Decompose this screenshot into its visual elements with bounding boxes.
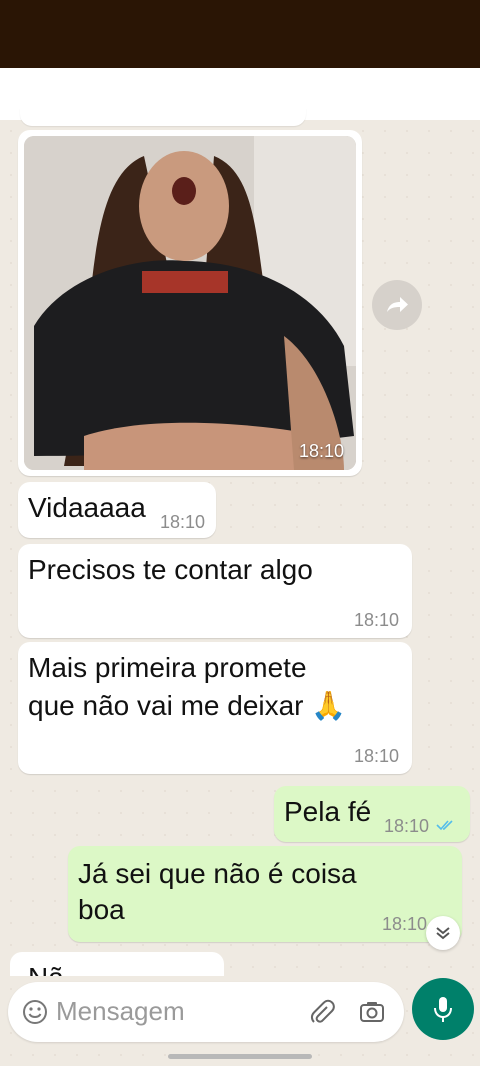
message-text-line2: que não vai me deixar 🙏 <box>28 690 347 721</box>
incoming-message[interactable]: Precisos te contar algo 18:10 <box>18 544 412 638</box>
forward-button[interactable] <box>372 280 422 330</box>
outgoing-message[interactable]: Pela fé 18:10 <box>274 786 470 842</box>
photo-timestamp: 18:10 <box>298 441 344 461</box>
message-input-bar[interactable]: Mensagem <box>8 982 404 1042</box>
scroll-to-bottom-button[interactable] <box>426 916 460 950</box>
photo-message[interactable]: 18:10 <box>18 130 362 476</box>
message-text: Vidaaaaa <box>28 492 146 523</box>
photo-illustration <box>24 136 356 470</box>
camera-icon[interactable] <box>358 998 386 1026</box>
photo-image[interactable]: 18:10 <box>24 136 356 470</box>
partially-visible-message[interactable]: Nã... <box>10 952 224 976</box>
message-time: 18:10 <box>384 816 430 836</box>
attach-icon[interactable] <box>308 998 336 1026</box>
outgoing-message[interactable]: Já sei que não é coisa boa 18:10 <box>68 846 462 942</box>
message-time: 18:10 <box>382 914 428 934</box>
previous-message-bubble <box>20 108 306 126</box>
message-text-line2: boa <box>78 894 125 925</box>
voice-message-button[interactable] <box>412 978 474 1040</box>
message-text-line1: Mais primeira promete <box>28 652 307 683</box>
message-time: 18:10 <box>354 610 400 630</box>
emoji-icon[interactable] <box>22 999 48 1025</box>
message-time: 18:10 <box>160 512 206 532</box>
message-text: Nã... <box>28 960 87 976</box>
message-text: Pela fé <box>284 796 372 827</box>
read-receipt-icon <box>436 820 453 831</box>
incoming-message[interactable]: Vidaaaaa 18:10 <box>18 482 216 538</box>
message-input[interactable]: Mensagem <box>56 996 185 1027</box>
message-time: 18:10 <box>354 746 400 766</box>
forward-icon <box>387 297 408 312</box>
microphone-icon <box>434 997 452 1022</box>
shirt-text-graphic <box>142 271 228 293</box>
status-bar <box>0 0 480 68</box>
double-chevron-down-icon <box>436 927 450 940</box>
message-text-line1: Já sei que não é coisa <box>78 858 357 889</box>
message-text: Precisos te contar algo <box>28 554 313 585</box>
incoming-message[interactable]: Mais primeira promete que não vai me dei… <box>18 642 412 774</box>
gesture-navigation-bar[interactable] <box>168 1054 312 1059</box>
